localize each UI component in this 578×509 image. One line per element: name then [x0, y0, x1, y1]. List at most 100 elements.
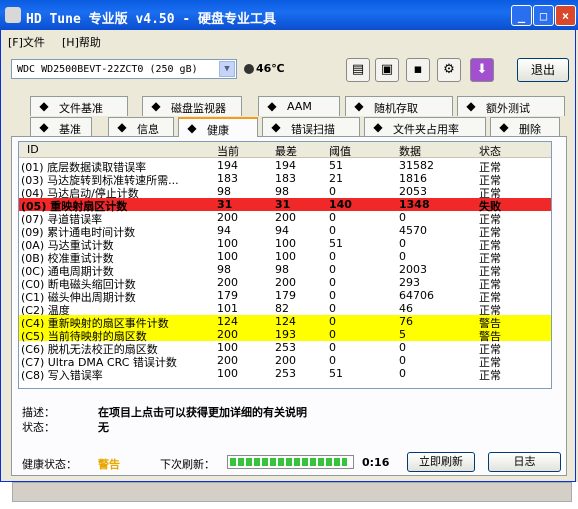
exit-button[interactable]: 退出 [517, 58, 569, 82]
raw-data-value: 2053 [399, 185, 427, 198]
current-value: 100 [217, 237, 238, 250]
smart-table[interactable]: ID 当前 最差 阈值 数据 状态 (01) 底层数据读取错误率 194 194 51… [18, 141, 552, 389]
thermometer-icon [244, 64, 254, 74]
raw-data-value: 76 [399, 315, 413, 328]
threshold-value: 51 [329, 367, 343, 380]
menu-help[interactable]: [H]帮助 [62, 34, 101, 50]
tab-tabs_bottom-0[interactable]: ◆ 基准 [30, 117, 92, 137]
table-row[interactable]: (C5) 当前待映射的扇区数 200 193 0 5 警告 [19, 328, 551, 343]
refresh-timer: 0:16 [362, 456, 390, 469]
chevron-down-icon[interactable]: ▼ [219, 61, 235, 77]
table-row[interactable]: (03) 马达旋转到标准转速所需... 183 183 21 1816 正常 [19, 172, 551, 187]
maximize-button[interactable]: □ [533, 5, 554, 26]
worst-value: 100 [275, 250, 296, 263]
tab-tabs_bottom-4[interactable]: ◆ 文件夹占用率 [364, 117, 486, 137]
col-status[interactable]: 状态 [479, 143, 501, 159]
threshold-value: 51 [329, 159, 343, 172]
current-value: 98 [217, 263, 231, 276]
file-benchmark-icon: ◆ [39, 99, 49, 113]
health-status-value: 警告 [98, 458, 120, 471]
tab-tabs_top-3[interactable]: ◆ 随机存取 [345, 96, 453, 116]
copy-screen-icon[interactable]: ▣ [375, 58, 399, 82]
table-row[interactable]: (01) 底层数据读取错误率 194 194 51 31582 正常 [19, 159, 551, 174]
description-value: 在项目上点击可以获得更加详细的有关说明 [98, 406, 307, 419]
tab-tabs_bottom-5[interactable]: ◆ 删除 [490, 117, 560, 137]
benchmark-icon: ◆ [39, 120, 49, 134]
random-access-icon: ◆ [354, 99, 364, 113]
current-value: 200 [217, 276, 238, 289]
menu-bar: [F]文件 [H]帮助 [0, 30, 576, 50]
raw-data-value: 0 [399, 211, 406, 224]
tab-label: 额外测试 [486, 102, 530, 115]
worst-value: 31 [275, 198, 291, 211]
copy-text-icon[interactable]: ▤ [346, 58, 370, 82]
worst-value: 200 [275, 211, 296, 224]
col-threshold[interactable]: 阈值 [329, 143, 351, 159]
state-value: 无 [98, 421, 109, 434]
tab-tabs_top-0[interactable]: ◆ 文件基准 [30, 96, 128, 116]
col-data[interactable]: 数据 [399, 143, 421, 159]
table-row[interactable]: (C7) Ultra DMA CRC 错误计数 200 200 0 0 正常 [19, 354, 551, 369]
table-row[interactable]: (09) 累计通电时间计数 94 94 0 4570 正常 [19, 224, 551, 239]
col-current[interactable]: 当前 [217, 143, 239, 159]
refresh-now-button[interactable]: 立即刷新 [407, 452, 475, 472]
worst-value: 194 [275, 159, 296, 172]
current-value: 101 [217, 302, 238, 315]
worst-value: 82 [275, 302, 289, 315]
log-button[interactable]: 日志 [488, 452, 561, 472]
current-value: 200 [217, 354, 238, 367]
refresh-progress-fill [230, 458, 348, 466]
tab-tabs_bottom-3[interactable]: ◆ 错误扫描 [262, 117, 360, 137]
tab-tabs_bottom-2[interactable]: ◆ 健康 [178, 117, 258, 137]
table-row[interactable]: (07) 寻道错误率 200 200 0 0 正常 [19, 211, 551, 226]
current-value: 100 [217, 250, 238, 263]
background-window [0, 482, 578, 509]
table-row[interactable]: (0C) 通电周期计数 98 98 0 2003 正常 [19, 263, 551, 278]
col-worst[interactable]: 最差 [275, 143, 297, 159]
threshold-value: 0 [329, 276, 336, 289]
close-button[interactable]: × [555, 5, 576, 26]
tab-label: 磁盘监视器 [171, 102, 226, 115]
raw-data-value: 1816 [399, 172, 427, 185]
drive-select[interactable]: WDC WD2500BEVT-22ZCT0 (250 gB) ▼ [11, 59, 237, 79]
raw-data-value: 46 [399, 302, 413, 315]
tab-label: 文件基准 [59, 102, 103, 115]
table-row[interactable]: (C1) 磁头伸出周期计数 179 179 0 64706 正常 [19, 289, 551, 304]
current-value: 100 [217, 367, 238, 380]
table-row[interactable]: (C8) 写入错误率 100 253 51 0 正常 [19, 367, 551, 382]
table-row[interactable]: (04) 马达启动/停止计数 98 98 0 2053 正常 [19, 185, 551, 200]
menu-file[interactable]: [F]文件 [8, 34, 45, 50]
tab-tabs_bottom-1[interactable]: ◆ 信息 [108, 117, 174, 137]
table-row[interactable]: (C4) 重新映射的扇区事件计数 124 124 0 76 警告 [19, 315, 551, 330]
table-row[interactable]: (C6) 脱机无法校正的扇区数 100 253 0 0 正常 [19, 341, 551, 356]
table-row[interactable]: (05) 重映射扇区计数 31 31 140 1348 失败 [19, 198, 551, 213]
table-row[interactable]: (C0) 断电磁头缩回计数 200 200 0 293 正常 [19, 276, 551, 291]
tab-label: 健康 [207, 124, 229, 137]
tab-label: 删除 [519, 123, 541, 136]
minimize-button[interactable]: _ [511, 5, 532, 26]
worst-value: 200 [275, 276, 296, 289]
raw-data-value: 0 [399, 237, 406, 250]
tab-tabs_top-1[interactable]: ◆ 磁盘监视器 [142, 96, 242, 116]
raw-data-value: 1348 [399, 198, 430, 211]
options-icon[interactable]: ⚙ [437, 58, 461, 82]
raw-data-value: 4570 [399, 224, 427, 237]
download-icon[interactable]: ⬇ [470, 58, 494, 82]
table-row[interactable]: (0A) 马达重试计数 100 100 51 0 正常 [19, 237, 551, 252]
title-bar[interactable]: HD Tune 专业版 v4.50 - 硬盘专业工具 _ □ × [0, 0, 578, 30]
disk-monitor-icon: ◆ [151, 99, 161, 113]
error-scan-icon: ◆ [271, 120, 281, 134]
tab-tabs_top-2[interactable]: ◆ AAM [258, 96, 340, 116]
raw-data-value: 31582 [399, 159, 434, 172]
col-id[interactable]: ID [27, 143, 39, 156]
window-title: HD Tune 专业版 v4.50 - 硬盘专业工具 [26, 12, 277, 27]
tab-label: 随机存取 [374, 102, 418, 115]
save-icon[interactable]: ▪ [406, 58, 430, 82]
threshold-value: 51 [329, 237, 343, 250]
description-label: 描述： [22, 406, 55, 419]
health-icon: ◆ [187, 121, 197, 135]
table-row[interactable]: (C2) 温度 101 82 0 46 正常 [19, 302, 551, 317]
current-value: 200 [217, 211, 238, 224]
tab-tabs_top-4[interactable]: ◆ 额外测试 [457, 96, 565, 116]
table-row[interactable]: (0B) 校准重试计数 100 100 0 0 正常 [19, 250, 551, 265]
